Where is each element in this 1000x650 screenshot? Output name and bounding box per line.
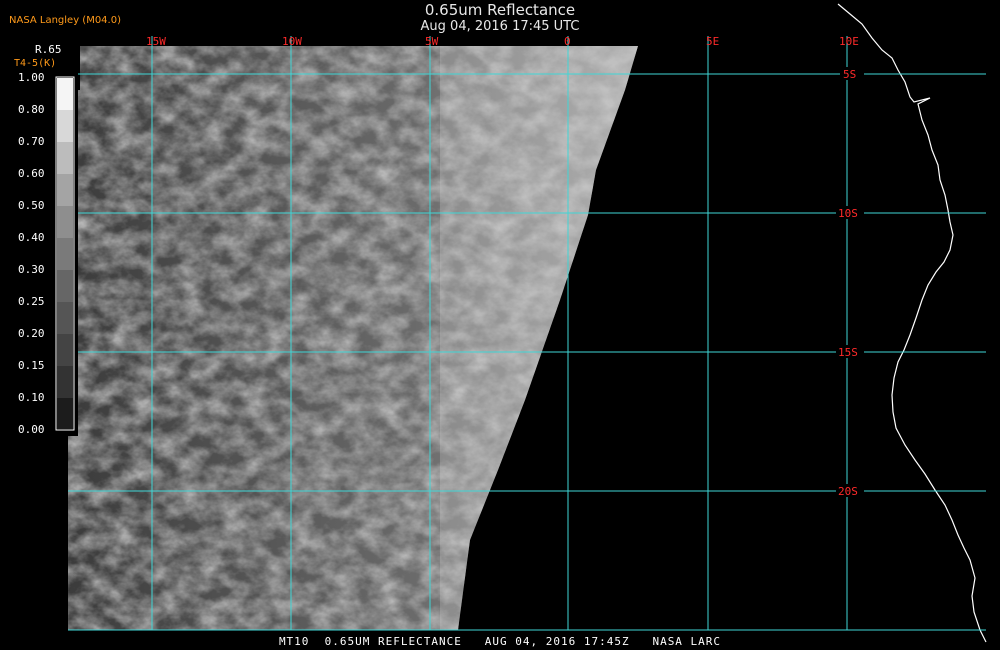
legend-colorbar	[0, 66, 78, 436]
product-sublabel: T4-5(K)	[14, 58, 57, 69]
legend-label: 0.50	[18, 199, 45, 212]
longitude-label: 5E	[706, 35, 719, 48]
legend-label: 0.30	[18, 263, 45, 276]
legend-label: 0.70	[18, 135, 45, 148]
product-label: R.65	[35, 43, 62, 56]
longitude-label: 10W	[282, 35, 302, 48]
latitude-label: 10S	[838, 207, 858, 220]
latitude-labels: 5S 10S 15S 20S	[836, 67, 864, 498]
latitude-label: 15S	[838, 346, 858, 359]
satellite-swath	[68, 46, 638, 630]
latitude-label: 5S	[843, 68, 856, 81]
legend-label: 0.15	[18, 359, 45, 372]
legend-label: 0.80	[18, 103, 45, 116]
legend-label: 0.60	[18, 167, 45, 180]
image-timestamp: Aug 04, 2016 17:45 UTC	[420, 19, 580, 34]
latitude-label: 20S	[838, 485, 858, 498]
longitude-label: 0	[564, 35, 571, 48]
footer-caption: MT10 0.65UM REFLECTANCE AUG 04, 2016 17:…	[278, 635, 722, 648]
longitude-label: 5W	[425, 35, 439, 48]
legend-label: 0.40	[18, 231, 45, 244]
legend-label: 0.10	[18, 391, 45, 404]
longitude-label: 15W	[146, 35, 166, 48]
coastline	[837, 3, 987, 643]
image-title: 0.65um Reflectance	[424, 1, 576, 19]
legend-label: 0.00	[18, 423, 45, 436]
legend-label: 1.00	[18, 71, 45, 84]
satellite-map: 15W 10W 5W 0 5E 10E 5S 10S 15S 20S 1.00 …	[0, 3, 987, 643]
legend-label: 0.25	[18, 295, 45, 308]
legend-label: 0.20	[18, 327, 45, 340]
longitude-label: 10E	[839, 35, 859, 48]
